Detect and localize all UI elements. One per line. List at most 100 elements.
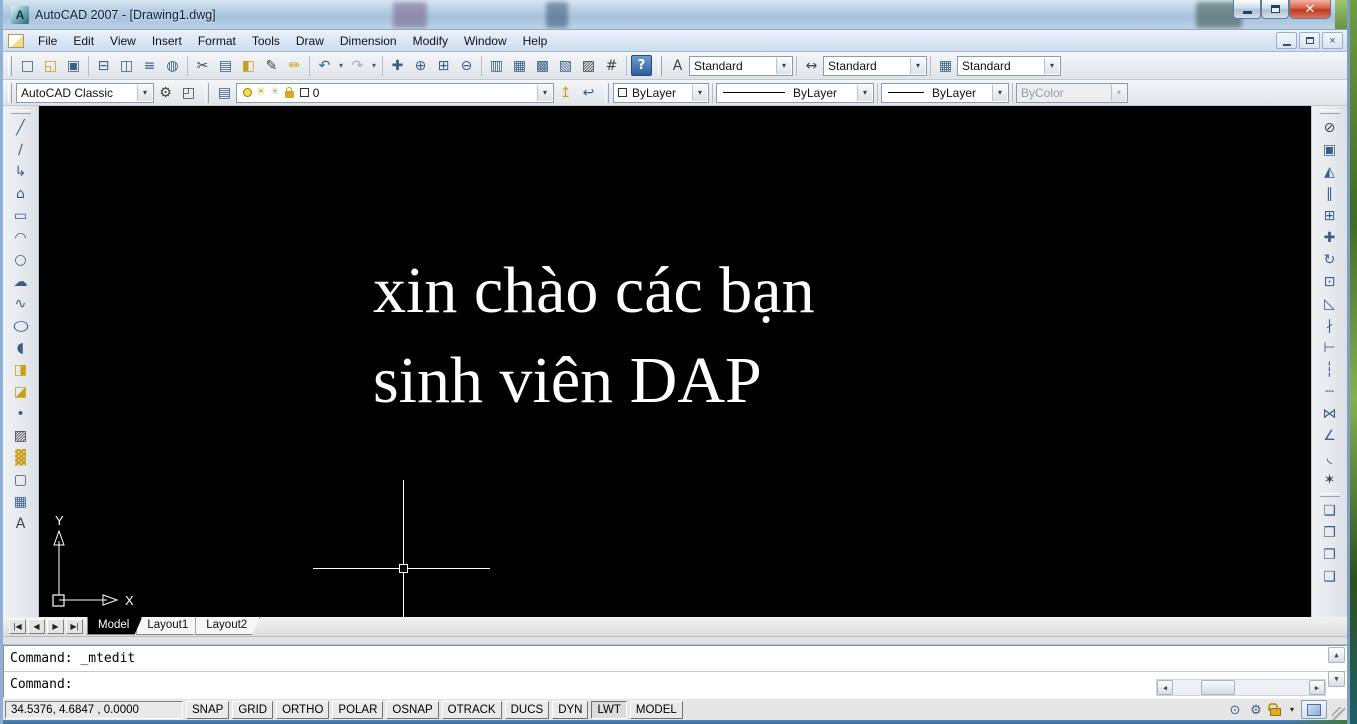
model-toggle[interactable]: MODEL xyxy=(630,701,683,719)
tab-prev-button[interactable]: ◀ xyxy=(28,619,45,634)
rectangle-icon[interactable]: ▭ xyxy=(9,205,33,227)
undo-icon[interactable]: ↶ xyxy=(314,55,335,76)
menu-dimension[interactable]: Dimension xyxy=(332,31,405,51)
table-style-icon[interactable]: ▦ xyxy=(935,55,956,76)
array-icon[interactable]: ⊞ xyxy=(1318,205,1342,227)
insert-block-icon[interactable]: ◨ xyxy=(9,359,33,381)
layer-combo[interactable]: ☀ ☀ 0 ▾ xyxy=(236,83,554,103)
plot-preview-icon[interactable]: ◫ xyxy=(116,55,137,76)
break-at-point-icon[interactable]: ┆ xyxy=(1318,359,1342,381)
ellipse-arc-icon[interactable]: ◖ xyxy=(9,337,33,359)
drawing-file-icon[interactable] xyxy=(8,34,24,48)
table-icon[interactable]: ▦ xyxy=(9,491,33,513)
redo-icon[interactable]: ↷ xyxy=(347,55,368,76)
combo-arrow-icon[interactable]: ▾ xyxy=(537,85,552,101)
polygon-icon[interactable]: ⌂ xyxy=(9,183,33,205)
zoom-previous-icon[interactable]: ⊖ xyxy=(456,55,477,76)
layer-properties-manager-icon[interactable]: ▤ xyxy=(214,82,235,103)
polyline-icon[interactable]: ↳ xyxy=(9,161,33,183)
lwt-toggle[interactable]: LWT xyxy=(591,701,626,719)
menu-format[interactable]: Format xyxy=(190,31,244,51)
menu-view[interactable]: View xyxy=(102,31,144,51)
layer-color-swatch[interactable] xyxy=(300,88,309,97)
autocad-app-icon[interactable]: A xyxy=(11,6,29,24)
send-to-back-icon[interactable]: ❒ xyxy=(1318,522,1342,544)
lineweight-combo[interactable]: ByLayer ▾ xyxy=(881,83,1009,103)
command-vertical-scrollbar[interactable]: ▲ ▼ xyxy=(1328,647,1345,687)
cut-icon[interactable]: ✂ xyxy=(192,55,213,76)
copy-to-clipboard-icon[interactable]: ▤ xyxy=(215,55,236,76)
doc-close-button[interactable]: × xyxy=(1322,32,1343,49)
polar-toggle[interactable]: POLAR xyxy=(332,701,383,719)
properties-palette-icon[interactable]: ▥ xyxy=(486,55,507,76)
command-window[interactable]: Command: _mtedit Command: ▲ ▼ ◀ ▶ xyxy=(3,645,1347,698)
open-file-icon[interactable]: ◱ xyxy=(40,55,61,76)
drawing-canvas[interactable]: xin chào các bạn sinh viên DAP Y X xyxy=(39,106,1311,617)
explode-icon[interactable]: ✶ xyxy=(1318,469,1342,491)
point-icon[interactable]: • xyxy=(9,403,33,425)
redo-dropdown-icon[interactable]: ▾ xyxy=(369,55,379,76)
mtext-object[interactable]: xin chào các bạn sinh viên DAP xyxy=(373,246,815,426)
restore-button[interactable] xyxy=(1261,0,1289,19)
menu-file[interactable]: File xyxy=(30,31,65,51)
erase-icon[interactable]: ⊘ xyxy=(1318,117,1342,139)
toolbar-grip[interactable] xyxy=(8,83,12,103)
osnap-toggle[interactable]: OSNAP xyxy=(386,701,438,719)
toolbar-grip[interactable] xyxy=(605,83,609,103)
otrack-toggle[interactable]: OTRACK xyxy=(442,701,502,719)
communication-center-icon[interactable]: ⊙ xyxy=(1226,701,1244,719)
make-object-layer-current-icon[interactable]: ↥ xyxy=(555,82,576,103)
tab-next-button[interactable]: ▶ xyxy=(47,619,64,634)
join-icon[interactable]: ⋈ xyxy=(1318,403,1342,425)
toolbar-grip[interactable] xyxy=(11,110,31,114)
dim-style-combo[interactable]: Standard ▾ xyxy=(823,56,927,76)
ellipse-icon[interactable]: ○ xyxy=(4,315,36,337)
fillet-icon[interactable]: ◟ xyxy=(1318,447,1342,469)
layer-on-bulb-icon[interactable] xyxy=(243,88,252,97)
line-icon[interactable]: ╱ xyxy=(9,117,33,139)
menu-edit[interactable]: Edit xyxy=(65,31,102,51)
layer-vp-freeze-icon[interactable]: ☀ xyxy=(270,87,280,98)
workspace-settings-icon[interactable]: ⚙ xyxy=(155,82,176,103)
undo-dropdown-icon[interactable]: ▾ xyxy=(336,55,346,76)
layer-freeze-sun-icon[interactable]: ☀ xyxy=(256,87,266,98)
combo-arrow-icon[interactable]: ▾ xyxy=(910,58,925,74)
plot-icon[interactable]: ⊟ xyxy=(93,55,114,76)
save-icon[interactable]: ▣ xyxy=(63,55,84,76)
tray-dropdown-icon[interactable]: ▾ xyxy=(1290,705,1294,714)
my-workspace-icon[interactable]: ◰ xyxy=(178,82,199,103)
toolbar-lock-icon[interactable] xyxy=(1270,708,1281,716)
menu-tools[interactable]: Tools xyxy=(244,31,288,51)
command-window-splitter[interactable] xyxy=(3,637,1347,645)
zoom-realtime-icon[interactable]: ⊕ xyxy=(410,55,431,76)
combo-arrow-icon[interactable]: ▾ xyxy=(776,58,791,74)
tab-model[interactable]: Model xyxy=(87,617,142,635)
gradient-icon[interactable]: ▓ xyxy=(9,447,33,469)
construction-line-icon[interactable]: ∕ xyxy=(9,139,33,161)
text-style-combo[interactable]: Standard ▾ xyxy=(689,56,793,76)
doc-restore-button[interactable] xyxy=(1299,32,1320,49)
clean-screen-button[interactable] xyxy=(1301,700,1327,719)
menu-modify[interactable]: Modify xyxy=(405,31,456,51)
menu-insert[interactable]: Insert xyxy=(144,31,190,51)
revision-cloud-icon[interactable]: ☁ xyxy=(9,271,33,293)
toolbar-wrench-icon[interactable]: ⚙ xyxy=(1247,701,1265,719)
match-properties-icon[interactable]: ✎ xyxy=(261,55,282,76)
scale-icon[interactable]: ⊡ xyxy=(1318,271,1342,293)
scroll-right-icon[interactable]: ▶ xyxy=(1309,680,1325,695)
combo-arrow-icon[interactable]: ▾ xyxy=(137,85,152,101)
coordinate-display[interactable]: 34.5376, 4.6847 , 0.0000 xyxy=(5,701,183,719)
make-block-icon[interactable]: ◪ xyxy=(9,381,33,403)
publish-icon[interactable]: ≡ xyxy=(139,55,160,76)
tab-layout2[interactable]: Layout2 xyxy=(195,617,260,635)
combo-arrow-icon[interactable]: ▾ xyxy=(857,85,872,101)
help-icon[interactable]: ? xyxy=(631,55,652,76)
ortho-toggle[interactable]: ORTHO xyxy=(276,701,329,719)
color-combo[interactable]: ByLayer ▾ xyxy=(613,83,709,103)
circle-icon[interactable]: ○ xyxy=(9,249,33,271)
menu-draw[interactable]: Draw xyxy=(288,31,332,51)
scroll-down-icon[interactable]: ▼ xyxy=(1328,671,1345,687)
move-icon[interactable]: ✚ xyxy=(1318,227,1342,249)
extend-icon[interactable]: ⊢ xyxy=(1318,337,1342,359)
linetype-combo[interactable]: ByLayer ▾ xyxy=(716,83,874,103)
